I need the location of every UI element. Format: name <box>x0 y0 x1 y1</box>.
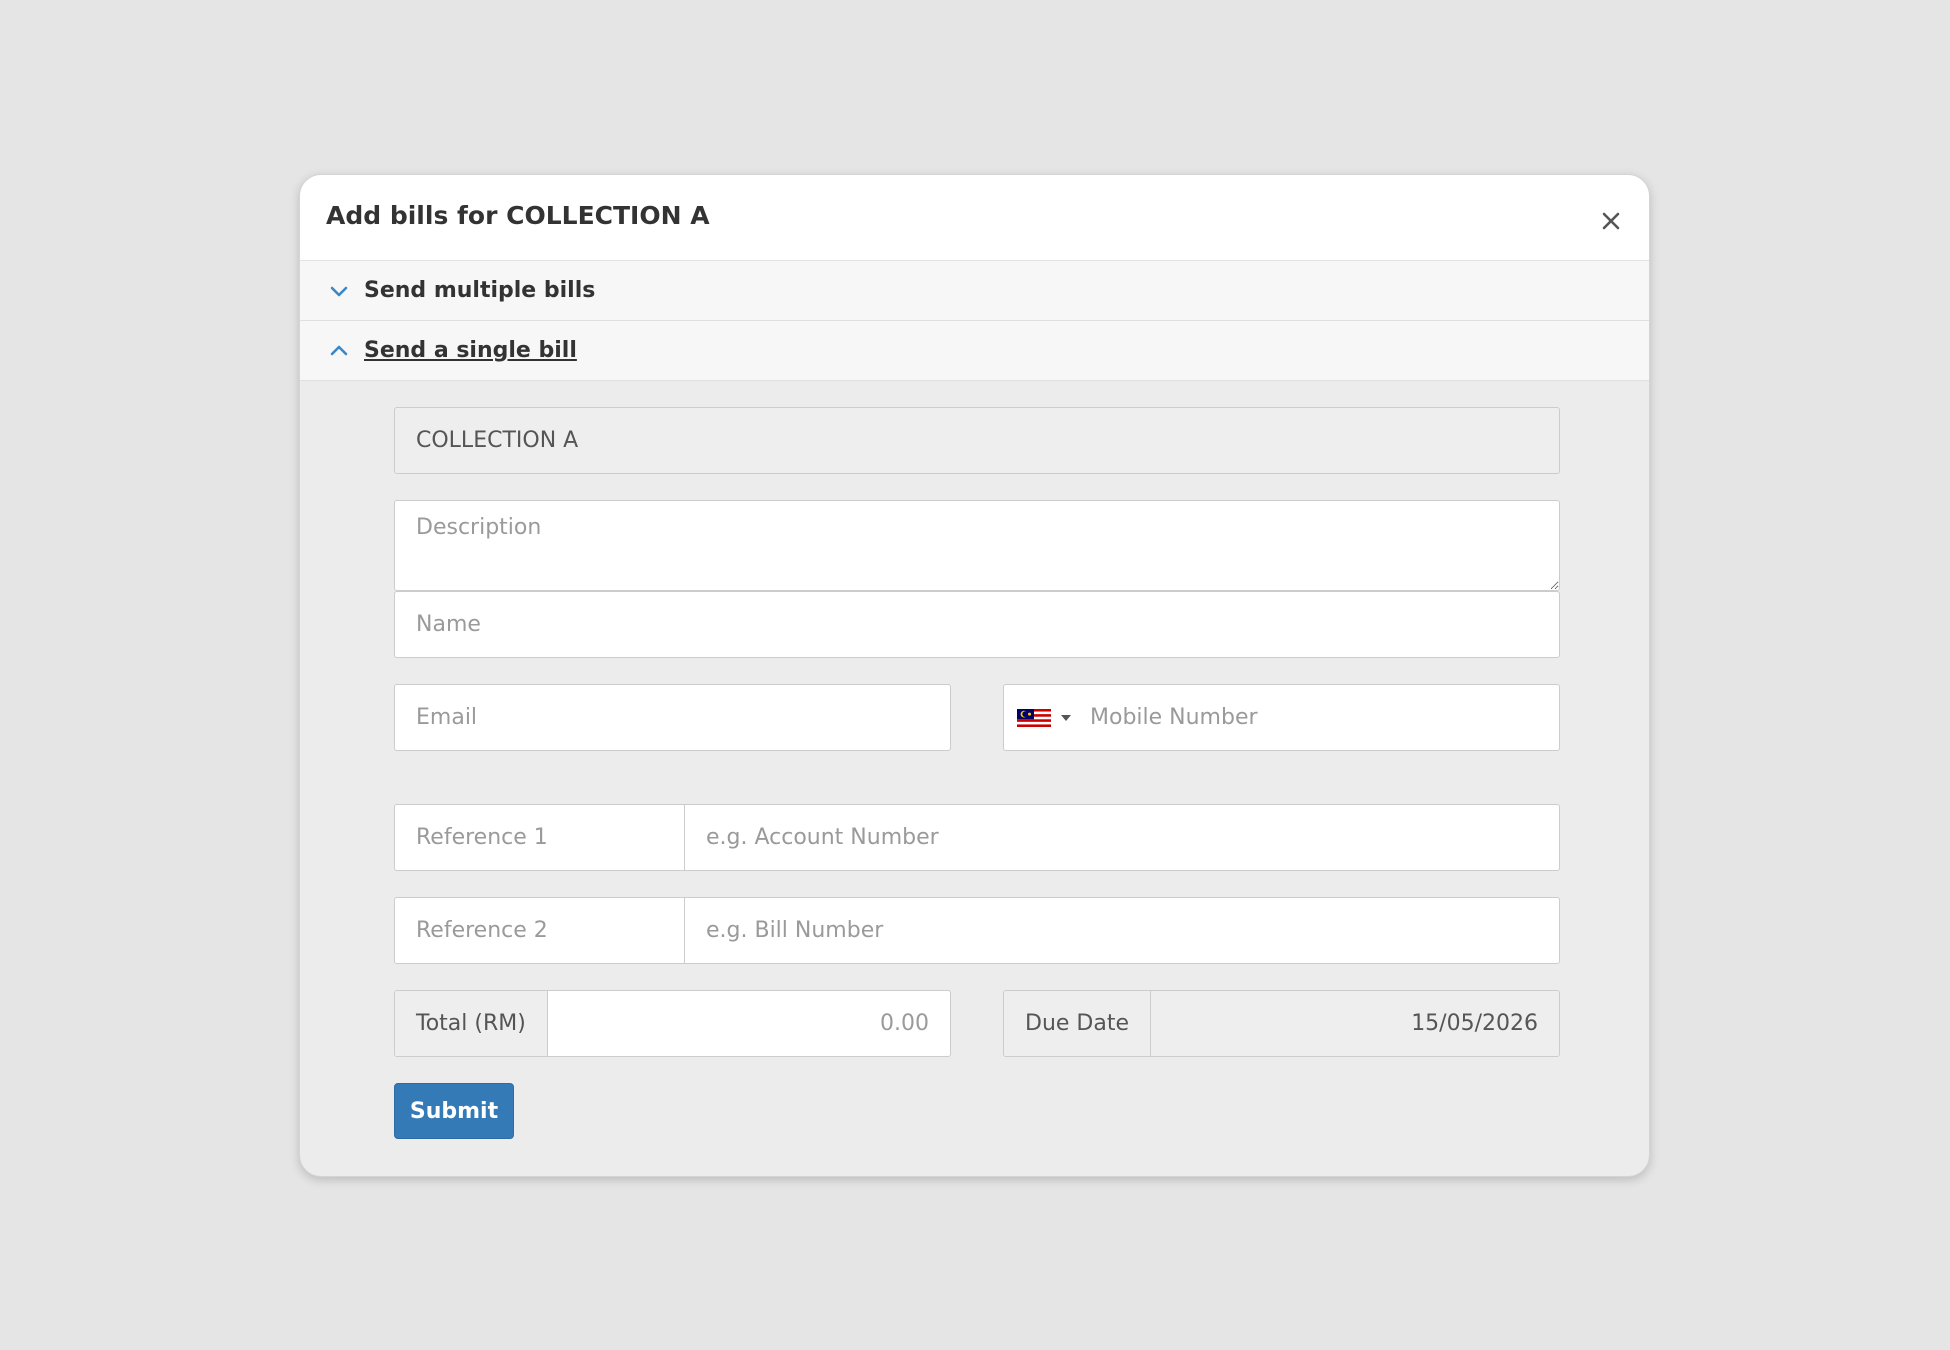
description-field[interactable] <box>394 500 1560 591</box>
total-input[interactable] <box>547 991 950 1056</box>
modal-title: Add bills for COLLECTION A <box>326 201 710 230</box>
due-date-label: Due Date <box>1004 991 1151 1056</box>
accordion-send-multiple-bills[interactable]: Send multiple bills <box>300 261 1649 321</box>
submit-button[interactable]: Submit <box>394 1083 514 1139</box>
due-date-group: Due Date 15/05/2026 <box>1003 990 1560 1057</box>
email-field[interactable] <box>394 684 951 751</box>
collection-value: COLLECTION A <box>416 428 579 453</box>
reference-1-label-input[interactable] <box>395 805 685 870</box>
collection-field: COLLECTION A <box>394 407 1560 474</box>
reference-1-group <box>394 804 1560 871</box>
reference-1-value-input[interactable] <box>685 805 1559 870</box>
mobile-number-input[interactable] <box>1071 705 1559 730</box>
due-date-value: 15/05/2026 <box>1411 1011 1538 1036</box>
total-label: Total (RM) <box>395 991 548 1056</box>
chevron-down-icon <box>330 286 348 296</box>
name-field[interactable] <box>394 591 1560 658</box>
country-code-dropdown[interactable] <box>1004 685 1071 750</box>
mobile-number-group <box>1003 684 1560 751</box>
reference-2-label-input[interactable] <box>395 898 685 963</box>
total-group: Total (RM) <box>394 990 951 1057</box>
reference-2-value-input[interactable] <box>685 898 1559 963</box>
accordion-label-multiple: Send multiple bills <box>364 278 596 303</box>
due-date-input[interactable]: 15/05/2026 <box>1151 991 1559 1056</box>
malaysia-flag-icon <box>1017 708 1051 727</box>
caret-down-icon <box>1061 714 1071 721</box>
close-icon <box>1602 212 1620 230</box>
accordion-send-single-bill[interactable]: Send a single bill <box>300 321 1649 381</box>
accordion-label-single[interactable]: Send a single bill <box>364 338 577 363</box>
add-bills-modal: Add bills for COLLECTION A Send multiple… <box>299 174 1650 1177</box>
modal-header: Add bills for COLLECTION A <box>300 175 1649 261</box>
reference-2-group <box>394 897 1560 964</box>
chevron-up-icon <box>330 345 348 355</box>
close-button[interactable] <box>1593 203 1629 239</box>
